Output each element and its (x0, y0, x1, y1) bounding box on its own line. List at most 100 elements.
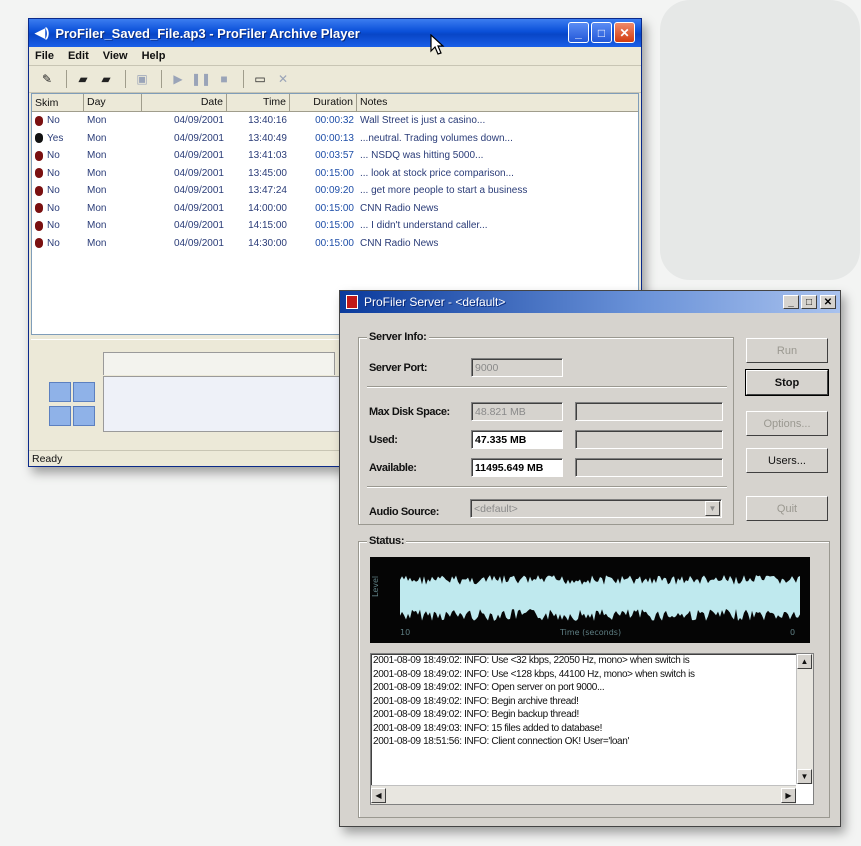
col-skim[interactable]: Skim (32, 94, 84, 111)
day-cell: Mon (87, 167, 107, 179)
duration-cell: 00:09:20 (315, 185, 354, 197)
run-button[interactable]: Run (746, 338, 828, 363)
date-cell: 04/09/2001 (173, 202, 224, 214)
open-archive-icon[interactable]: ▰ (96, 70, 116, 88)
log-lines: 2001-08-09 18:49:02: INFO: Use <32 kbps,… (371, 654, 813, 749)
date-cell: 04/09/2001 (173, 185, 224, 197)
microphone-icon (35, 203, 43, 214)
available-bar (575, 458, 723, 477)
rewind-button[interactable] (49, 382, 71, 402)
time-cell: 14:30:00 (248, 237, 287, 249)
menu-file[interactable]: File (35, 50, 54, 62)
menu-help[interactable]: Help (142, 50, 166, 62)
day-cell: Mon (87, 202, 107, 214)
microphone-icon (35, 238, 43, 249)
play-button[interactable] (73, 406, 95, 426)
quit-button[interactable]: Quit (746, 496, 828, 521)
open-folder-icon[interactable]: ▰ (73, 70, 93, 88)
date-cell: 04/09/2001 (173, 220, 224, 232)
users-button[interactable]: Users... (746, 448, 828, 473)
horizontal-scrollbar[interactable]: ◀ ▶ (371, 785, 796, 804)
scroll-up-icon[interactable]: ▲ (797, 654, 812, 669)
time-cell: 14:15:00 (248, 220, 287, 232)
waveform-trace (400, 575, 800, 621)
max-disk-label: Max Disk Space: (369, 406, 450, 418)
col-time[interactable]: Time (227, 94, 290, 111)
maximize-button[interactable]: □ (591, 22, 612, 43)
back-button[interactable] (49, 406, 71, 426)
max-disk-field[interactable]: 48.821 MB (471, 402, 563, 421)
close-button[interactable]: ✕ (614, 22, 635, 43)
table-row[interactable]: No Mon 04/09/2001 14:15:00 00:15:00 ... I did… (32, 217, 638, 235)
server-titlebar[interactable]: ProFiler Server - <default> _ □ ✕ (340, 291, 840, 313)
table-row[interactable]: No Mon 04/09/2001 13:47:24 00:09:20 ... get m… (32, 182, 638, 200)
play-icon[interactable]: ▶ (168, 70, 188, 88)
options-button[interactable]: Options... (746, 411, 828, 436)
minimize-button[interactable]: _ (568, 22, 589, 43)
maximize-button[interactable]: □ (801, 295, 817, 309)
scope-xlabel: Time (seconds) (559, 628, 621, 637)
skim-cell: No (32, 220, 84, 231)
time-cell: 13:40:16 (248, 115, 287, 127)
scroll-right-icon[interactable]: ▶ (781, 787, 796, 803)
app-icon (346, 295, 358, 309)
duration-cell: 00:15:00 (315, 167, 354, 179)
log-output[interactable]: 2001-08-09 18:49:02: INFO: Use <32 kbps,… (370, 653, 814, 805)
status-label: Status: (367, 535, 407, 547)
server-window: ProFiler Server - <default> _ □ ✕ Server… (339, 290, 841, 827)
delete-icon[interactable]: ✕ (273, 70, 293, 88)
vertical-scrollbar[interactable]: ▲ ▼ (796, 654, 813, 784)
waveform-panel[interactable] (103, 376, 345, 432)
window-icon[interactable]: ▭ (250, 70, 270, 88)
log-line: 2001-08-09 18:49:02: INFO: Use <32 kbps,… (373, 655, 690, 666)
toolbar-separator (243, 70, 244, 88)
available-field: 11495.649 MB (471, 458, 563, 477)
divider (367, 386, 727, 388)
max-disk-bar (575, 402, 723, 421)
scroll-left-icon[interactable]: ◀ (371, 787, 386, 803)
pause-icon[interactable]: ❚❚ (191, 70, 211, 88)
skim-value: No (47, 185, 60, 197)
server-port-field[interactable]: 9000 (471, 358, 563, 377)
scroll-down-icon[interactable]: ▼ (797, 769, 812, 784)
notes-cell: ... get more people to start a business (360, 185, 528, 197)
day-cell: Mon (87, 237, 107, 249)
table-row[interactable]: No Mon 04/09/2001 13:45:00 00:15:00 ... look … (32, 165, 638, 183)
stop-button[interactable]: Stop (745, 369, 829, 396)
divider (367, 486, 727, 488)
table-row[interactable]: Yes Mon 04/09/2001 13:40:49 00:00:13 ...neutr… (32, 130, 638, 148)
col-date[interactable]: Date (142, 94, 227, 111)
save-icon[interactable]: ▣ (132, 70, 152, 88)
duration-cell: 00:15:00 (315, 202, 354, 214)
notes-cell: Wall Street is just a casino... (360, 115, 486, 127)
audio-source-select[interactable]: <default> ▼ (470, 499, 722, 518)
audio-level-scope: Level 10 Time (seconds) 0 (370, 557, 810, 643)
toolbar-separator (66, 70, 67, 88)
menu-edit[interactable]: Edit (68, 50, 89, 62)
minimize-button[interactable]: _ (783, 295, 799, 309)
menu-view[interactable]: View (103, 50, 128, 62)
date-cell: 04/09/2001 (173, 237, 224, 249)
skim-value: No (47, 167, 60, 179)
player-titlebar[interactable]: ◀) ProFiler_Saved_File.ap3 - ProFiler Ar… (29, 19, 641, 47)
forward-button[interactable] (73, 382, 95, 402)
notes-cell: CNN Radio News (360, 202, 439, 214)
col-day[interactable]: Day (84, 94, 142, 111)
time-cell: 14:00:00 (248, 202, 287, 214)
chevron-down-icon[interactable]: ▼ (705, 501, 720, 516)
skim-cell: No (32, 150, 84, 161)
pen-icon[interactable]: ✎ (37, 70, 57, 88)
close-button[interactable]: ✕ (820, 295, 836, 309)
notes-cell: ... I didn't understand caller... (360, 220, 488, 232)
stop-icon[interactable]: ■ (214, 70, 234, 88)
time-cell: 13:41:03 (248, 150, 287, 162)
table-row[interactable]: No Mon 04/09/2001 14:00:00 00:15:00 CNN Radio… (32, 200, 638, 218)
microphone-icon (35, 185, 43, 196)
col-duration[interactable]: Duration (290, 94, 357, 111)
col-notes[interactable]: Notes (357, 94, 638, 111)
table-row[interactable]: No Mon 04/09/2001 14:30:00 00:15:00 CNN Radio… (32, 235, 638, 253)
log-line: 2001-08-09 18:49:02: INFO: Begin backup … (373, 709, 579, 720)
table-row[interactable]: No Mon 04/09/2001 13:41:03 00:03:57 ... NSDQ … (32, 147, 638, 165)
scroll-track[interactable] (797, 669, 813, 769)
table-row[interactable]: No Mon 04/09/2001 13:40:16 00:00:32 Wall Stre… (32, 112, 638, 130)
